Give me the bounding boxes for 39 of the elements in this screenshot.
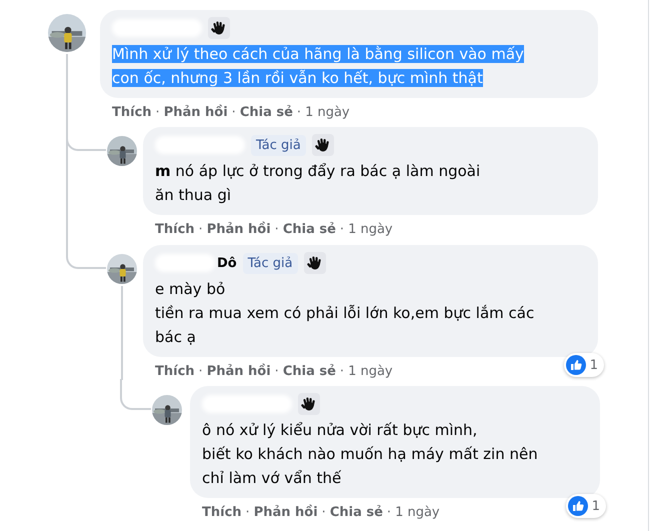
action-link[interactable]: Thích [202,504,242,520]
action-link[interactable]: Thích [155,364,195,378]
separator-dot: · [274,364,279,378]
separator-dot: · [386,504,392,520]
action-link[interactable]: Phản hồi [164,104,228,120]
author-label: Tác giả [242,252,298,274]
action-link[interactable]: Phản hồi [206,222,271,236]
comment-time[interactable]: 1 ngày [395,504,440,520]
author-label: Tác giả [251,134,306,156]
comment-time[interactable]: 1 ngày [305,104,350,120]
action-link[interactable]: Chia sẻ [330,504,383,520]
separator-dot: · [340,222,344,236]
action-link[interactable]: Phản hồi [254,504,318,520]
separator-dot: · [274,222,279,236]
comment-text: e mày bỏ tiền ra mua xem có phải lỗi lớn ko,em bực lắm các bác ạ [155,279,536,348]
like-icon [568,496,588,516]
action-link[interactable]: Thích [155,222,195,236]
separator-dot: · [322,504,326,520]
comment-time[interactable]: 1 ngày [348,222,393,236]
action-link[interactable]: Chia sẻ [282,222,336,236]
separator-dot: · [156,104,160,120]
reaction-count[interactable]: 1 [566,494,606,518]
comment-time[interactable]: 1 ngày [348,364,393,378]
comment-text: ô nó xử lý kiểu nửa vời rất bực mình, biết ko khách nào muốn hạ máy mất zin nên chỉ làm vớ vẩn thế [202,420,539,489]
action-link[interactable]: Chia sẻ [240,104,293,120]
separator-dot: · [198,364,203,378]
separator-dot: · [340,364,344,378]
separator-dot: · [246,504,250,520]
like-icon [566,355,586,375]
comment-text: m nó áp lực ở trong đẩy ra bác ạ làm ngoài ăn thua gì [155,161,482,206]
action-link[interactable]: Chia sẻ [282,364,336,378]
action-link[interactable]: Phản hồi [206,364,271,378]
separator-dot: · [296,104,302,120]
comment-text: Mình xử lý theo cách của hãng là bằng silicon vào mấy con ốc, nhưng 3 lần rồi vẫn ko hết, bực mình thật [112,44,525,89]
reaction-count[interactable]: 1 [564,353,604,377]
action-link[interactable]: Thích [112,104,152,120]
separator-dot: · [198,222,203,236]
commenter-name[interactable]: Dô [217,256,237,270]
separator-dot: · [232,104,236,120]
